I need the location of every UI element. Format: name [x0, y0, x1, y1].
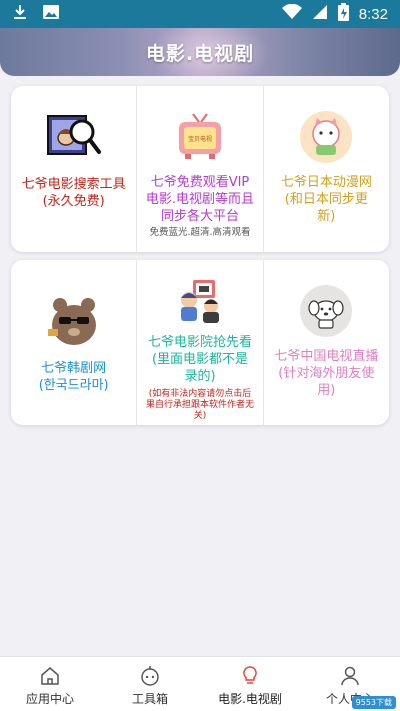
bottom-nav: 应用中心 工具箱 电影.电视剧 个人中心 9553下载 — [0, 656, 400, 711]
tile-title: 七爷中国电视直播 (针对海外朋友使 用) — [274, 349, 379, 398]
page-title: 电影.电视剧 — [145, 42, 255, 65]
bear-sunglasses-icon — [45, 292, 103, 350]
tv-icon: 宝贝电视 — [171, 108, 229, 166]
tile-vip-movies[interactable]: 宝贝电视 七爷免费观看VIP 电影.电视剧等而且 同步各大平台 免费蓝光.超清.… — [136, 86, 262, 252]
header-banner: 电影.电视剧 — [0, 28, 400, 76]
tile-title: 七爷日本动漫网 (和日本同步更 新) — [280, 175, 372, 224]
dog-icon — [297, 282, 355, 340]
disclaimer-note: (如有非法内容请勿点击后 果自行承担跟本软件作者无 关) — [145, 389, 254, 421]
tile-title: 七爷电影搜索工具 (永久免费) — [21, 177, 126, 209]
category-card: 七爷韩剧网 (한국드라마) 七爷电影院抢先看 (里面电影都不是 录的) (如有非… — [11, 260, 389, 425]
person-icon — [339, 665, 361, 687]
movie-search-icon — [45, 108, 103, 166]
download-icon — [12, 4, 28, 24]
lightbulb-icon — [239, 665, 261, 687]
status-bar: 8:32 — [0, 0, 400, 28]
tile-cinema-preview[interactable]: 七爷电影院抢先看 (里面电影都不是 录的) (如有非法内容请勿点击后 果自行承担… — [136, 260, 262, 425]
svg-text:宝贝电视: 宝贝电视 — [188, 135, 212, 143]
cinema-kids-icon — [171, 272, 229, 330]
tile-china-tv-live[interactable]: 七爷中国电视直播 (针对海外朋友使 用) — [262, 260, 389, 425]
tile-korean-drama[interactable]: 七爷韩剧网 (한국드라마) — [11, 260, 136, 425]
nav-app-center[interactable]: 应用中心 — [0, 657, 100, 711]
category-card: 七爷电影搜索工具 (永久免费) 宝贝电视 七爷免费观看VIP 电影.电视剧等而且… — [11, 86, 389, 252]
image-icon — [42, 4, 60, 24]
nav-label: 电影.电视剧 — [218, 692, 282, 706]
watermark: 9553下载 — [351, 696, 396, 709]
battery-charging-icon — [337, 3, 349, 25]
anime-mascot-icon — [297, 108, 355, 166]
nav-label: 工具箱 — [131, 692, 168, 706]
signal-icon — [312, 4, 328, 24]
tile-title: 七爷韩剧网 (한국드라마) — [38, 361, 109, 393]
toolbox-icon — [139, 665, 161, 687]
wifi-icon — [281, 3, 302, 24]
nav-movies-tv[interactable]: 电影.电视剧 — [200, 657, 300, 711]
tile-title: 七爷免费观看VIP 电影.电视剧等而且 同步各大平台 — [145, 175, 255, 224]
nav-label: 应用中心 — [25, 692, 74, 706]
tile-subtitle: 免费蓝光.超清.高清观看 — [149, 227, 251, 238]
tile-title: 七爷电影院抢先看 (里面电影都不是 录的) — [147, 335, 252, 384]
nav-toolbox[interactable]: 工具箱 — [100, 657, 200, 711]
home-icon — [39, 665, 61, 687]
tile-movie-search[interactable]: 七爷电影搜索工具 (永久免费) — [11, 86, 136, 252]
clock: 8:32 — [358, 5, 388, 23]
tile-japanese-anime[interactable]: 七爷日本动漫网 (和日本同步更 新) — [262, 86, 389, 252]
